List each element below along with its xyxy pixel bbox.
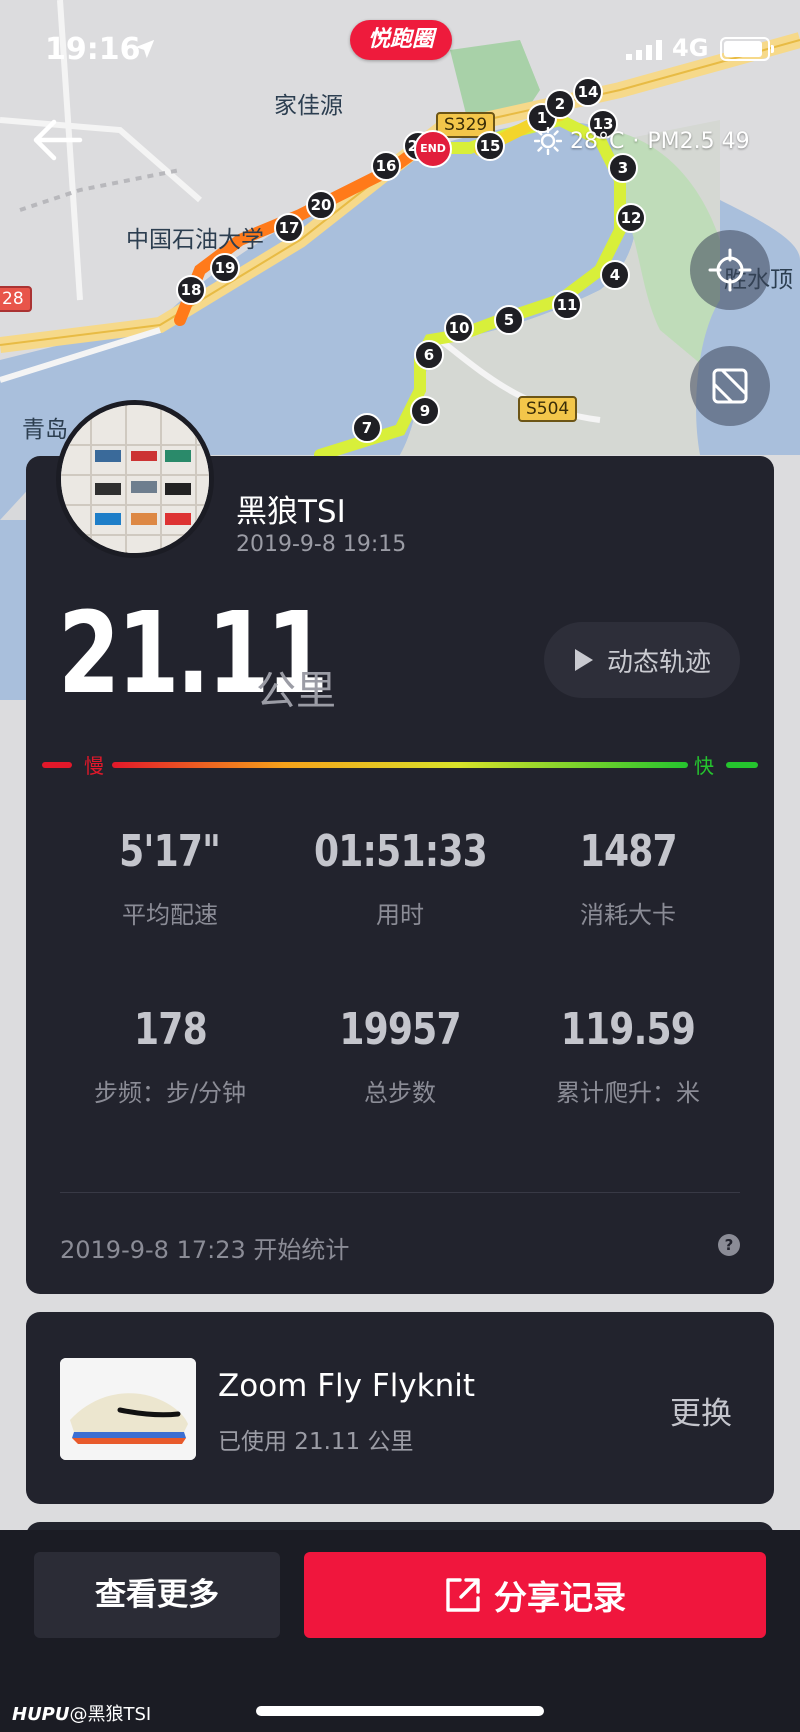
- km-marker: 10: [444, 313, 474, 343]
- running-shoe-icon: [60, 1358, 196, 1460]
- km-marker: 5: [494, 305, 524, 335]
- km-marker: 20: [306, 190, 336, 220]
- km-marker: 6: [414, 340, 444, 370]
- map-label-qingdao: 青岛: [22, 417, 68, 443]
- card-divider: [60, 1192, 740, 1193]
- air-quality: PM2.5 49: [647, 128, 750, 154]
- share-record-label: 分享记录: [494, 1578, 626, 1617]
- view-more-button[interactable]: 查看更多: [34, 1552, 280, 1638]
- stat-avg-pace: 5'17" 平均配速: [50, 826, 290, 930]
- back-arrow-icon[interactable]: [28, 115, 88, 165]
- sun-icon: [534, 127, 562, 155]
- speed-label-fast: 快: [694, 754, 714, 778]
- shoe-image: [60, 1358, 196, 1460]
- km-marker: 18: [176, 275, 206, 305]
- watermark: HUPU@黑狼TSI: [12, 1700, 151, 1726]
- weather-info: 28°C · PM2.5 49: [534, 126, 750, 156]
- km-marker: 9: [410, 396, 440, 426]
- crosshair-icon: [708, 248, 752, 292]
- status-time: 19:16: [45, 32, 141, 67]
- help-icon[interactable]: ?: [718, 1234, 740, 1256]
- share-icon: [446, 1578, 480, 1612]
- stat-duration: 01:51:33 用时: [280, 826, 520, 930]
- network-type: 4G: [672, 34, 709, 62]
- status-bar: 19:16 悦跑圈 4G: [0, 0, 800, 100]
- speed-gradient: [112, 762, 688, 768]
- app-logo-badge: 悦跑圈: [350, 20, 452, 60]
- stat-value: 19957: [339, 1004, 461, 1055]
- replace-shoe-button[interactable]: 更换: [670, 1388, 732, 1433]
- map-layer-icon: [712, 368, 748, 404]
- home-indicator[interactable]: [256, 1706, 544, 1716]
- km-marker: 4: [600, 260, 630, 290]
- shoe-name: Zoom Fly Flyknit: [218, 1368, 476, 1404]
- temperature: 28°C: [570, 128, 625, 154]
- km-marker: 15: [475, 131, 505, 161]
- signal-icon: [626, 40, 662, 60]
- username: 黑狼TSI: [236, 494, 346, 530]
- km-marker: 16: [371, 151, 401, 181]
- stat-label: 消耗大卡: [580, 901, 676, 929]
- stat-cadence: 178 步频：步/分钟: [50, 1004, 290, 1108]
- share-record-button[interactable]: 分享记录: [304, 1552, 766, 1638]
- km-marker: 3: [608, 153, 638, 183]
- watermark-user: @黑狼TSI: [69, 1704, 152, 1725]
- road-tag-s504: S504: [518, 396, 578, 422]
- avatar-image: [61, 405, 209, 553]
- stat-value: 5'17": [119, 826, 221, 877]
- speed-scale: 慢 快: [42, 754, 758, 778]
- stat-total-steps: 19957 总步数: [280, 1004, 520, 1108]
- stat-value: 01:51:33: [313, 826, 488, 877]
- stat-label: 累计爬升：米: [556, 1079, 700, 1107]
- play-icon: [574, 649, 593, 671]
- speed-line-slow: [42, 762, 72, 768]
- road-tag-28: 28: [0, 286, 32, 312]
- stat-calories: 1487 消耗大卡: [508, 826, 748, 930]
- shoe-usage: 已使用 21.11 公里: [218, 1429, 414, 1455]
- run-datetime: 2019-9-8 19:15: [236, 532, 407, 557]
- stat-label: 平均配速: [122, 901, 218, 929]
- watermark-brand: HUPU: [12, 1704, 70, 1725]
- stat-value: 119.59: [560, 1004, 696, 1055]
- separator-dot: ·: [632, 128, 640, 154]
- stat-value: 178: [133, 1004, 208, 1055]
- km-marker: 7: [352, 413, 382, 443]
- map-style-button[interactable]: [690, 346, 770, 426]
- km-marker: 11: [552, 290, 582, 320]
- km-marker: 12: [616, 203, 646, 233]
- stat-label: 用时: [376, 901, 424, 929]
- user-avatar[interactable]: [56, 400, 214, 558]
- dynamic-track-button[interactable]: 动态轨迹: [544, 622, 740, 698]
- stat-value: 1487: [579, 826, 677, 877]
- location-arrow-icon: [135, 39, 155, 59]
- speed-label-slow: 慢: [84, 754, 104, 778]
- dynamic-track-label: 动态轨迹: [606, 647, 711, 678]
- speed-line-fast: [726, 762, 758, 768]
- stat-label: 步频：步/分钟: [93, 1079, 247, 1107]
- km-marker: 17: [274, 213, 304, 243]
- stat-label: 总步数: [364, 1079, 436, 1107]
- locate-button[interactable]: [690, 230, 770, 310]
- start-time-info: 2019-9-8 17:23 开始统计: [60, 1236, 350, 1264]
- km-marker: 19: [210, 253, 240, 283]
- stat-elevation-gain: 119.59 累计爬升：米: [508, 1004, 748, 1108]
- battery-icon: [720, 37, 774, 61]
- distance-unit: 公里: [256, 668, 336, 714]
- end-marker: END: [414, 130, 452, 168]
- map-label-shiyou: 中国石油大学: [126, 227, 264, 253]
